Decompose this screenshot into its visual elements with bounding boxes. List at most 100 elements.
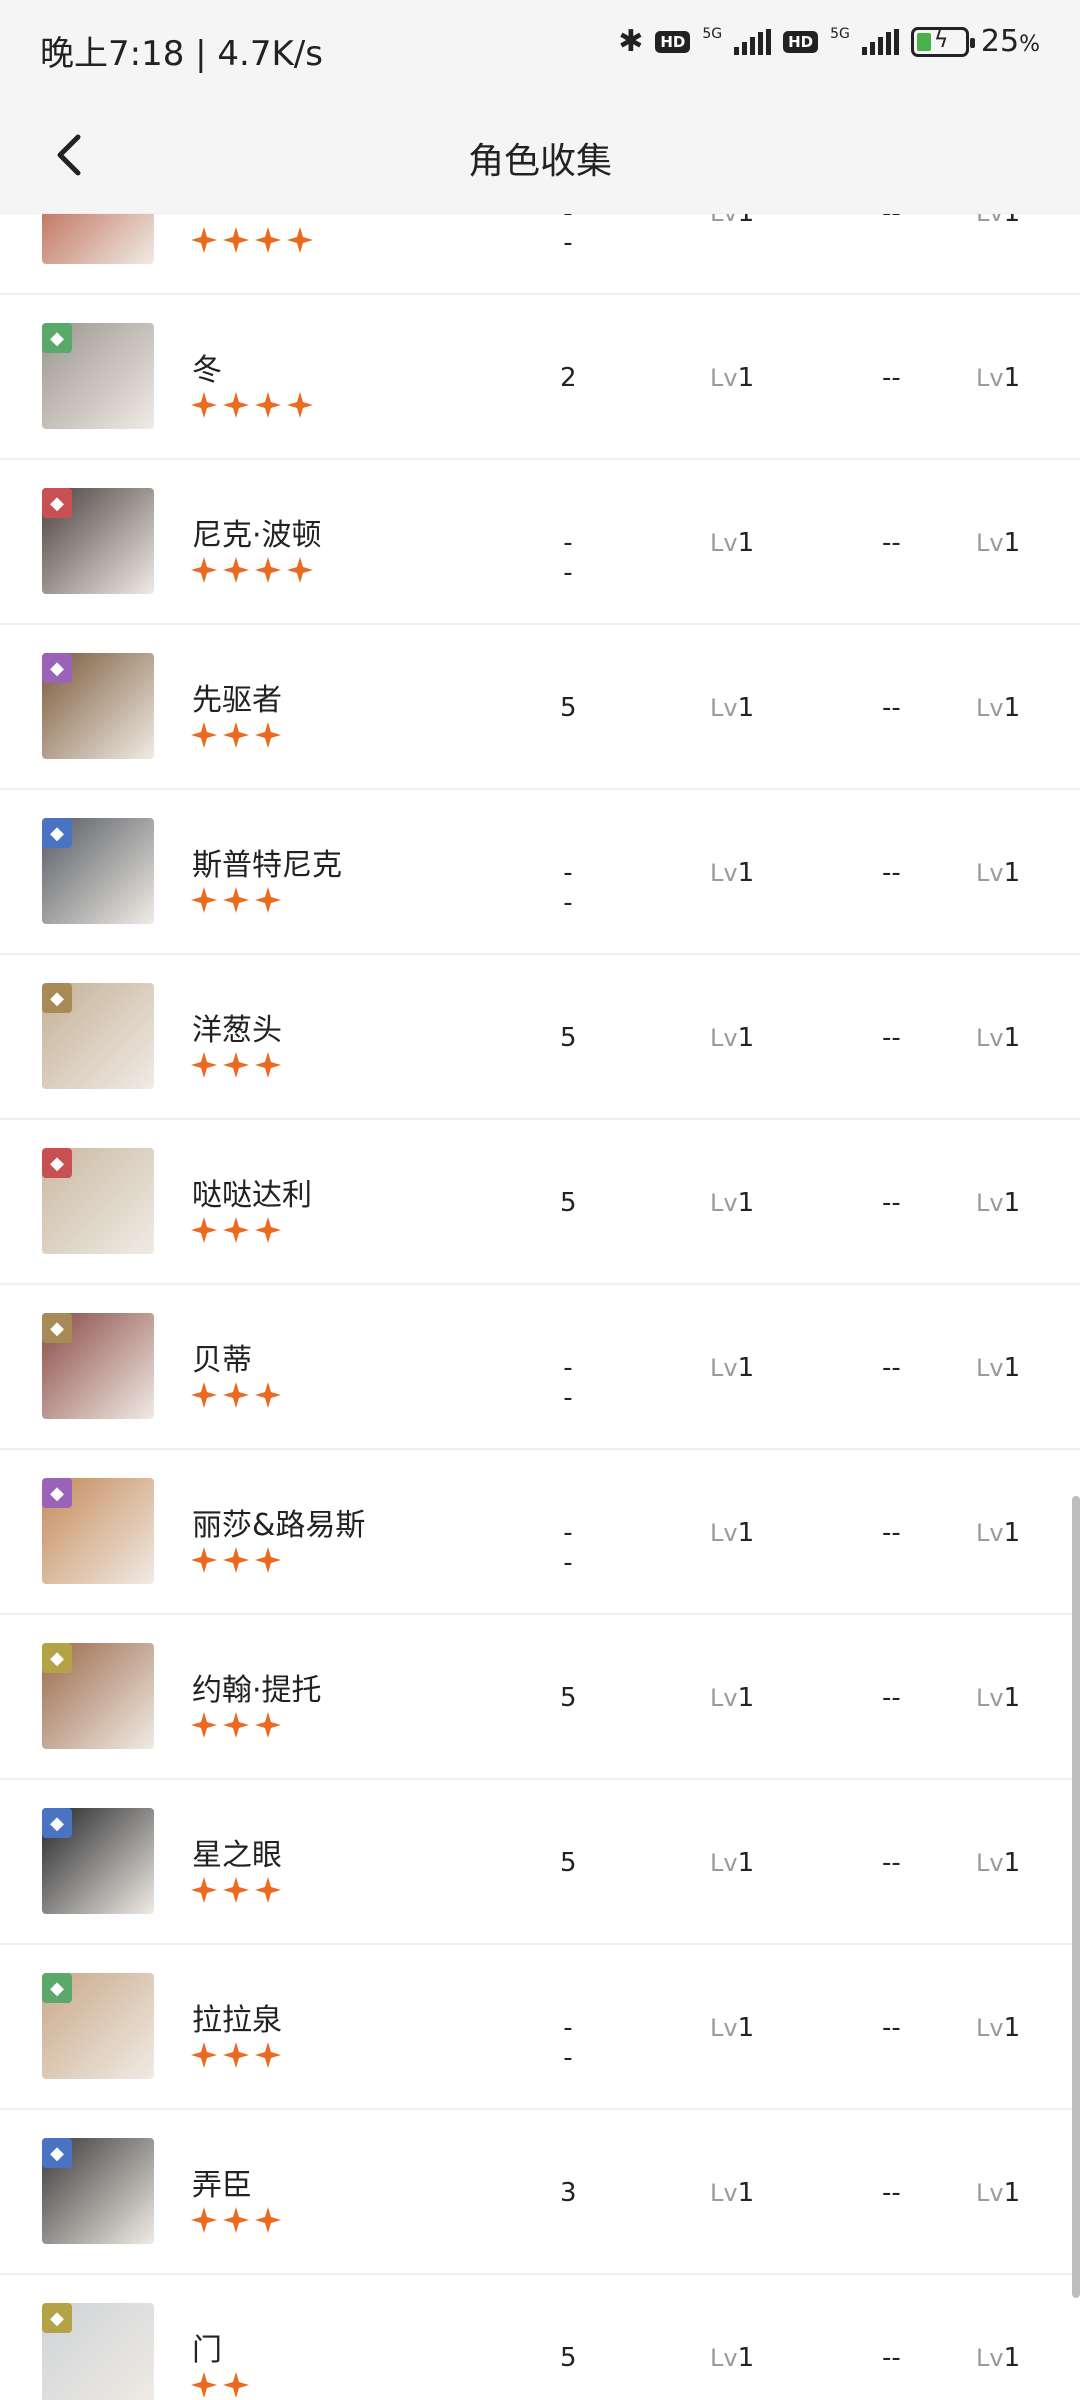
secondary-value: --: [882, 528, 901, 558]
secondary-value: --: [882, 693, 901, 723]
secondary-value: --: [882, 858, 901, 888]
star-icon: [255, 557, 281, 583]
element-badge-icon: ◆: [42, 323, 72, 353]
level-value-2: Lv1: [976, 858, 1021, 888]
rarity-stars: [190, 391, 314, 419]
character-avatar[interactable]: ◆: [42, 1478, 154, 1584]
list-item[interactable]: ◆ 洋葱头 5 Lv1 -- Lv1: [0, 955, 1080, 1120]
level-value-1: Lv1: [710, 2178, 755, 2208]
level-value-1: Lv1: [710, 858, 755, 888]
count-value: 5: [560, 2343, 577, 2373]
list-item[interactable]: ◆ 冬 2 Lv1 -- Lv1: [0, 295, 1080, 460]
star-icon: [255, 887, 281, 913]
star-icon: [223, 2042, 249, 2068]
list-item[interactable]: ◆ -- Lv1 -- Lv1: [0, 214, 1080, 295]
secondary-value: --: [882, 363, 901, 393]
rarity-stars: [190, 556, 314, 584]
level-value-2: Lv1: [976, 1023, 1021, 1053]
level-value-1: Lv1: [710, 363, 755, 393]
character-name: 冬: [192, 353, 222, 388]
element-badge-icon: ◆: [42, 1973, 72, 2003]
character-name: 门: [192, 2333, 222, 2368]
rarity-stars: [190, 1051, 282, 1079]
count-value: 5: [560, 693, 577, 723]
rarity-stars: [190, 2371, 250, 2399]
star-icon: [255, 722, 281, 748]
list-item[interactable]: ◆ 贝蒂 -- Lv1 -- Lv1: [0, 1285, 1080, 1450]
count-value: 5: [560, 1188, 577, 1218]
list-item[interactable]: ◆ 斯普特尼克 -- Lv1 -- Lv1: [0, 790, 1080, 955]
character-avatar[interactable]: ◆: [42, 1808, 154, 1914]
secondary-value: --: [882, 2013, 901, 2043]
character-list[interactable]: ◆ -- Lv1 -- Lv1 ◆ 冬 2 Lv1 -- Lv1 ◆ 尼克·波顿…: [0, 214, 1080, 2400]
rarity-stars: [190, 886, 282, 914]
character-avatar[interactable]: ◆: [42, 1313, 154, 1419]
count-value: --: [563, 214, 573, 258]
character-avatar[interactable]: ◆: [42, 983, 154, 1089]
star-icon: [191, 1217, 217, 1243]
star-icon: [223, 1382, 249, 1408]
element-badge-icon: ◆: [42, 653, 72, 683]
character-avatar[interactable]: ◆: [42, 1148, 154, 1254]
star-icon: [255, 1217, 281, 1243]
star-icon: [287, 392, 313, 418]
character-avatar[interactable]: ◆: [42, 323, 154, 429]
element-badge-icon: ◆: [42, 2138, 72, 2168]
list-item[interactable]: ◆ 星之眼 5 Lv1 -- Lv1: [0, 1780, 1080, 1945]
level-value-2: Lv1: [976, 2343, 1021, 2373]
count-value: --: [563, 2013, 573, 2073]
scrollbar[interactable]: [1072, 1496, 1080, 2298]
level-value-2: Lv1: [976, 693, 1021, 723]
character-name: 洋葱头: [192, 1013, 282, 1048]
element-badge-icon: ◆: [42, 818, 72, 848]
star-icon: [255, 1382, 281, 1408]
list-item[interactable]: ◆ 门 5 Lv1 -- Lv1: [0, 2275, 1080, 2400]
character-avatar[interactable]: ◆: [42, 818, 154, 924]
page-title: 角色收集: [467, 141, 612, 182]
character-avatar[interactable]: ◆: [42, 2303, 154, 2400]
character-avatar[interactable]: ◆: [42, 1643, 154, 1749]
list-item[interactable]: ◆ 约翰·提托 5 Lv1 -- Lv1: [0, 1615, 1080, 1780]
star-icon: [223, 2207, 249, 2233]
list-item[interactable]: ◆ 哒哒达利 5 Lv1 -- Lv1: [0, 1120, 1080, 1285]
list-item[interactable]: ◆ 先驱者 5 Lv1 -- Lv1: [0, 625, 1080, 790]
character-name: 先驱者: [192, 683, 282, 718]
star-icon: [191, 887, 217, 913]
list-item[interactable]: ◆ 拉拉泉 -- Lv1 -- Lv1: [0, 1945, 1080, 2110]
star-icon: [223, 1217, 249, 1243]
star-icon: [191, 1382, 217, 1408]
star-icon: [255, 1052, 281, 1078]
character-name: 约翰·提托: [192, 1673, 322, 1708]
star-icon: [255, 1547, 281, 1573]
level-value-1: Lv1: [710, 2343, 755, 2373]
character-avatar[interactable]: ◆: [42, 488, 154, 594]
star-icon: [255, 1877, 281, 1903]
list-item[interactable]: ◆ 弄臣 3 Lv1 -- Lv1: [0, 2110, 1080, 2275]
secondary-value: --: [882, 1353, 901, 1383]
level-value-1: Lv1: [710, 693, 755, 723]
list-item[interactable]: ◆ 丽莎&路易斯 -- Lv1 -- Lv1: [0, 1450, 1080, 1615]
count-value: --: [563, 1518, 573, 1578]
character-avatar[interactable]: ◆: [42, 214, 154, 264]
element-badge-icon: ◆: [42, 1313, 72, 1343]
character-avatar[interactable]: ◆: [42, 653, 154, 759]
element-badge-icon: ◆: [42, 983, 72, 1013]
list-item[interactable]: ◆ 尼克·波顿 -- Lv1 -- Lv1: [0, 460, 1080, 625]
character-avatar[interactable]: ◆: [42, 1973, 154, 2079]
hd-badge-1: HD: [655, 30, 691, 53]
level-value-2: Lv1: [976, 528, 1021, 558]
level-value-1: Lv1: [710, 214, 754, 228]
network-type-1: 5G: [702, 25, 723, 42]
rarity-stars: [190, 226, 314, 254]
rarity-stars: [190, 1711, 282, 1739]
level-value-1: Lv1: [710, 528, 755, 558]
character-name: 斯普特尼克: [192, 848, 342, 883]
star-icon: [223, 392, 249, 418]
status-time-speed: 晚上7:18 | 4.7K/s: [40, 34, 323, 74]
element-badge-icon: ◆: [42, 2303, 72, 2333]
count-value: --: [563, 528, 573, 588]
element-badge-icon: ◆: [42, 488, 72, 518]
character-avatar[interactable]: ◆: [42, 2138, 154, 2244]
level-value-2: Lv1: [976, 1353, 1021, 1383]
star-icon: [223, 2372, 249, 2398]
